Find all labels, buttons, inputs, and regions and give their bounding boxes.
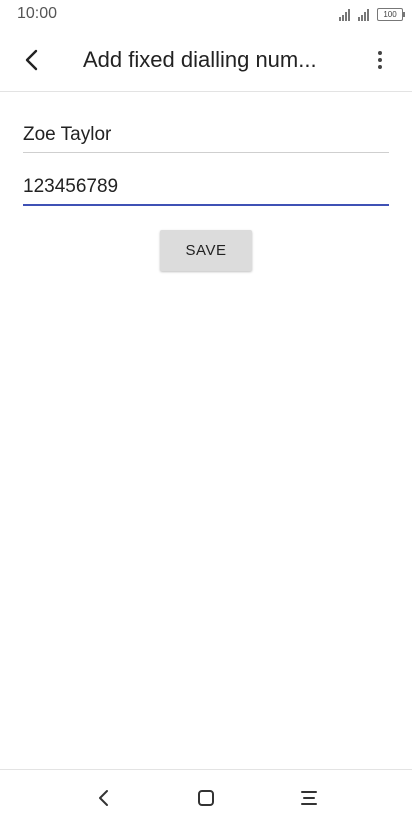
nav-back-button[interactable] [88, 782, 120, 814]
more-options-button[interactable] [362, 42, 398, 78]
name-input[interactable] [23, 124, 389, 152]
nav-back-icon [99, 790, 108, 806]
nav-menu-button[interactable] [293, 782, 325, 814]
save-button[interactable]: SAVE [160, 230, 252, 271]
nav-home-icon [198, 790, 214, 806]
number-field [23, 176, 389, 206]
nav-menu-icon [301, 791, 317, 805]
name-field [23, 124, 389, 153]
back-arrow-icon [25, 49, 38, 71]
navigation-bar [0, 769, 412, 824]
number-input[interactable] [23, 176, 389, 204]
nav-home-button[interactable] [190, 782, 222, 814]
signal-icon [358, 9, 369, 21]
status-time: 10:00 [17, 5, 58, 22]
more-vertical-icon [378, 51, 382, 69]
status-bar: 10:00 100 [0, 0, 412, 30]
battery-level: 100 [383, 10, 397, 19]
back-button[interactable] [14, 42, 50, 78]
signal-icon [339, 9, 350, 21]
battery-icon: 100 [377, 8, 405, 21]
screen: 10:00 100 Add fixed dialling num... Zoe … [0, 0, 412, 824]
page-title: Add fixed dialling num... [83, 47, 317, 72]
app-bar: Add fixed dialling num... [0, 30, 412, 92]
status-icons: 100 [339, 7, 405, 21]
